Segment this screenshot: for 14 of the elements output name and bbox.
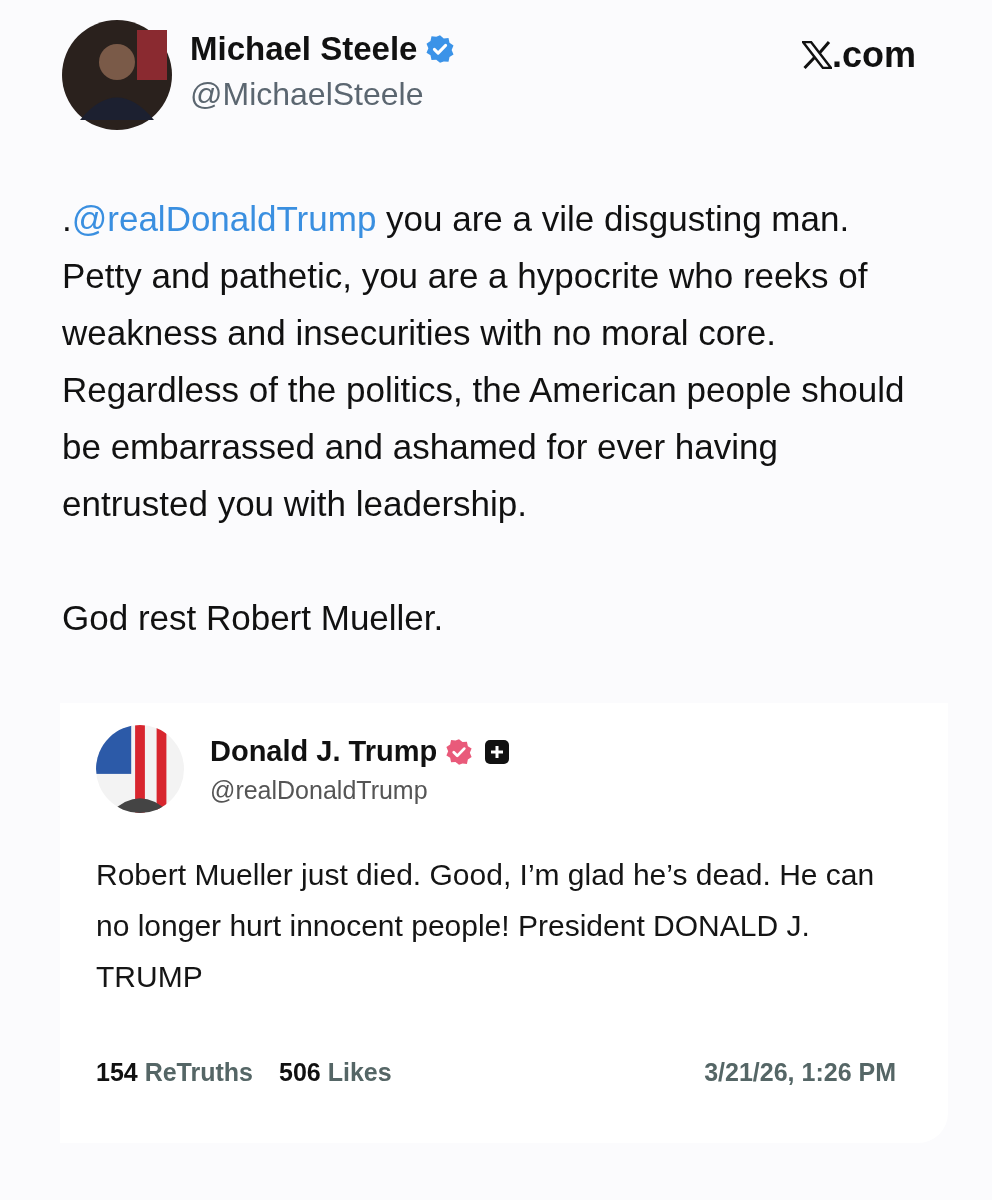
author-name: Donald J. Trump <box>210 735 438 768</box>
stat-count: 154 ReTruths <box>96 1058 253 1087</box>
x-logo-icon <box>801 41 832 69</box>
post-text: .@realDonaldTrump you are a vile disgusting man. Petty and pathetic, you are a hypocrite who reeks of weakness and insecurities with no moral core. Regardless of the politics, the American people should be embarrassed and ashamed for ever having entrusted you with leadership. <box>62 198 906 525</box>
post-text: God rest Robert Mueller. <box>62 597 445 639</box>
author-handle: @MichaelSteele <box>190 76 425 113</box>
site-domain: .com <box>831 34 916 76</box>
author-handle: @realDonaldTrump <box>210 776 429 805</box>
mention-link[interactable]: @realDonaldTrump <box>71 199 377 238</box>
quoted-post-text: Robert Mueller just died. Good, I’m glad he’s dead. He can no longer hurt innocent people! President DONALD J. TRUMP <box>96 857 876 995</box>
timestamp: 3/21/26, 1:26 PM <box>704 1058 896 1087</box>
plus-icon <box>485 739 510 764</box>
stat-count: 506 Likes <box>279 1058 392 1087</box>
author-name: Michael Steele <box>190 30 418 68</box>
